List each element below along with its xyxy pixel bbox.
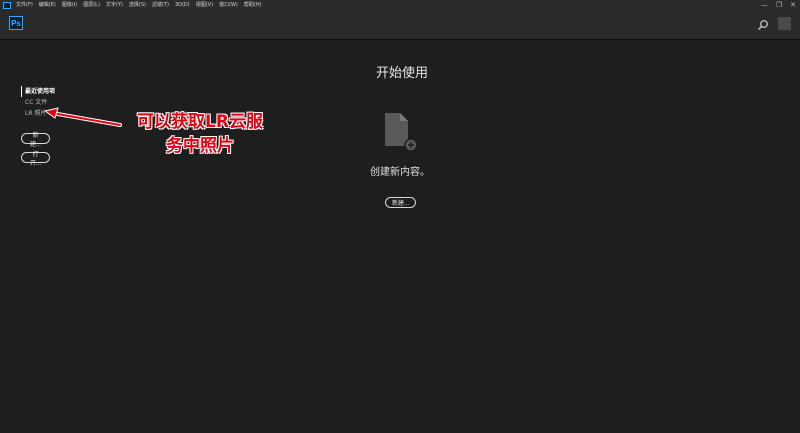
menu-window[interactable]: 窗口(W) bbox=[219, 0, 238, 10]
menu-select[interactable]: 选择(S) bbox=[129, 0, 146, 10]
photoshop-logo-icon[interactable]: Ps bbox=[9, 16, 23, 30]
menu-filter[interactable]: 滤镜(T) bbox=[152, 0, 169, 10]
menu-type[interactable]: 文字(Y) bbox=[106, 0, 123, 10]
menu-bar: 文件(F) 编辑(E) 图像(I) 图层(L) 文字(Y) 选择(S) 滤镜(T… bbox=[0, 0, 800, 10]
annotation-line-2: 务中照片 bbox=[166, 136, 234, 156]
menu-3d[interactable]: 3D(D) bbox=[175, 0, 190, 10]
new-button-center[interactable]: 新建... bbox=[385, 197, 416, 208]
create-new-content-text: 创建新内容。 bbox=[370, 167, 430, 178]
menu-items: 文件(F) 编辑(E) 图像(I) 图层(L) 文字(Y) 选择(S) 滤镜(T… bbox=[16, 0, 262, 10]
sidebar-item-cc-files[interactable]: CC 文件 bbox=[21, 97, 55, 108]
restore-button[interactable]: ❐ bbox=[776, 0, 782, 10]
search-icon[interactable] bbox=[757, 19, 769, 31]
menu-help[interactable]: 帮助(H) bbox=[244, 0, 262, 10]
sidebar-item-lr-photos[interactable]: LR 照片 bbox=[21, 108, 55, 119]
new-document-icon bbox=[385, 113, 418, 152]
menu-image[interactable]: 图像(I) bbox=[62, 0, 77, 10]
minimize-button[interactable]: — bbox=[761, 0, 768, 10]
annotation-line-1: 可以获取LR云服 bbox=[137, 112, 263, 132]
window-controls: — ❐ ✕ bbox=[761, 0, 796, 10]
menu-file[interactable]: 文件(F) bbox=[16, 0, 33, 10]
photoshop-mini-icon[interactable] bbox=[3, 1, 11, 9]
open-button[interactable]: 打开... bbox=[21, 152, 50, 167]
close-button[interactable]: ✕ bbox=[790, 0, 796, 10]
menu-view[interactable]: 视图(V) bbox=[196, 0, 213, 10]
menu-edit[interactable]: 编辑(E) bbox=[39, 0, 56, 10]
menu-layer[interactable]: 图层(L) bbox=[83, 0, 100, 10]
sidebar-item-recent[interactable]: 最近使用项 bbox=[21, 86, 55, 97]
page-title: 开始使用 bbox=[375, 66, 428, 81]
sidebar: 最近使用项 CC 文件 LR 照片 bbox=[21, 86, 55, 119]
top-bar: Ps bbox=[0, 10, 800, 40]
avatar[interactable] bbox=[778, 17, 791, 30]
annotation-text: 可以获取LR云服 务中照片 bbox=[115, 110, 285, 158]
new-button-sidebar[interactable]: 新建... bbox=[21, 133, 50, 148]
